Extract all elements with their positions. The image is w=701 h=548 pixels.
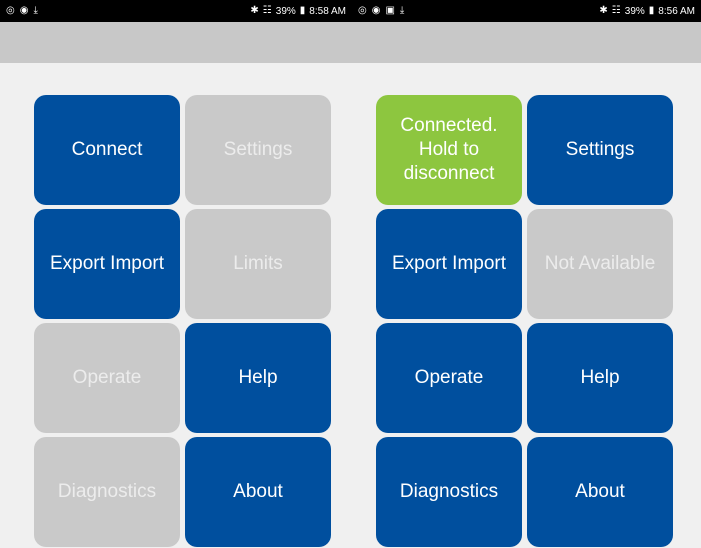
export-import-button[interactable]: Export Import xyxy=(376,209,522,319)
operate-button[interactable]: Operate xyxy=(34,323,180,433)
export-import-button[interactable]: Export Import xyxy=(34,209,180,319)
download-icon: ⤓ xyxy=(399,5,405,16)
sync-icon: ◎ xyxy=(358,5,367,16)
about-button[interactable]: About xyxy=(185,437,331,547)
sync-icon: ◎ xyxy=(6,5,15,16)
help-button[interactable]: Help xyxy=(185,323,331,433)
diagnostics-button[interactable]: Diagnostics xyxy=(376,437,522,547)
about-button[interactable]: About xyxy=(527,437,673,547)
app-bar xyxy=(0,22,352,63)
bluetooth-icon: ✱ xyxy=(250,5,259,16)
battery-percent: 39% xyxy=(624,5,645,17)
shield-icon: ◉ xyxy=(19,5,29,16)
image-icon: ▣ xyxy=(385,5,395,16)
battery-icon: ▮ xyxy=(648,5,655,16)
help-button[interactable]: Help xyxy=(527,323,673,433)
right-device-screen: ◎ ◉ ▣ ⤓ ✱ ☷ 39% ▮ 8:56 AM Connected. Hol… xyxy=(352,0,701,548)
diagnostics-button[interactable]: Diagnostics xyxy=(34,437,180,547)
left-device-screen: ◎ ◉ ⤓ ✱ ☷ 39% ▮ 8:58 AM Connect Settings… xyxy=(0,0,352,548)
shield-icon: ◉ xyxy=(371,5,381,16)
settings-button[interactable]: Settings xyxy=(185,95,331,205)
connect-button[interactable]: Connect xyxy=(34,95,180,205)
status-bar: ◎ ◉ ▣ ⤓ ✱ ☷ 39% ▮ 8:56 AM xyxy=(352,0,701,22)
bluetooth-icon: ✱ xyxy=(599,5,608,16)
battery-icon: ▮ xyxy=(299,5,306,16)
clock: 8:56 AM xyxy=(658,5,695,17)
operate-button[interactable]: Operate xyxy=(376,323,522,433)
wifi-icon: ☷ xyxy=(262,5,272,16)
download-icon: ⤓ xyxy=(33,5,38,16)
battery-percent: 39% xyxy=(275,5,296,17)
limits-button[interactable]: Limits xyxy=(185,209,331,319)
disconnect-button[interactable]: Connected. Hold to disconnect xyxy=(376,95,522,205)
wifi-icon: ☷ xyxy=(611,5,621,16)
not-available-button[interactable]: Not Available xyxy=(527,209,673,319)
status-bar: ◎ ◉ ⤓ ✱ ☷ 39% ▮ 8:58 AM xyxy=(0,0,352,22)
settings-button[interactable]: Settings xyxy=(527,95,673,205)
clock: 8:58 AM xyxy=(309,5,346,17)
app-bar xyxy=(352,22,701,63)
